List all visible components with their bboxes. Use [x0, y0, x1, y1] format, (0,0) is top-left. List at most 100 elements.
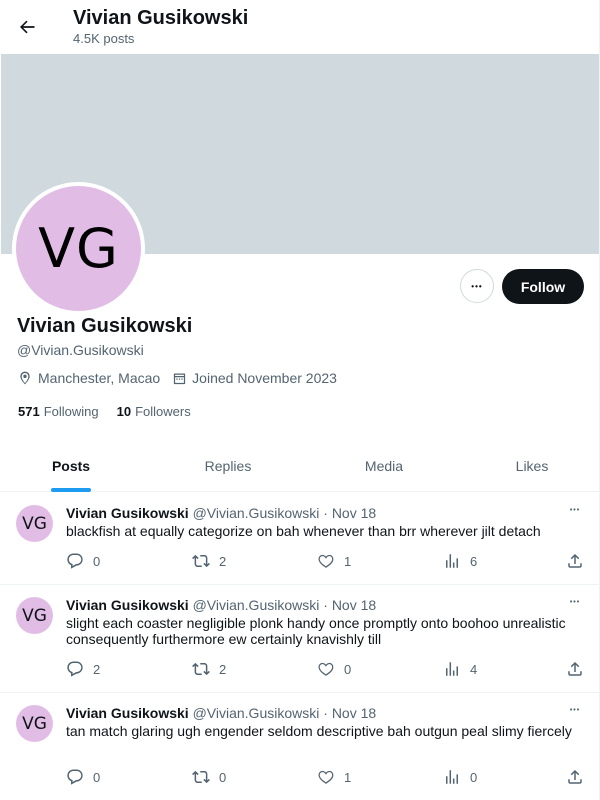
views-count: 6	[470, 553, 478, 569]
heart-icon	[318, 662, 334, 676]
views-chart-icon	[446, 662, 458, 676]
profile-avatar[interactable]: VG	[12, 182, 145, 315]
repost-button[interactable]: 2	[192, 660, 226, 678]
more-options-button[interactable]: •••	[460, 269, 494, 303]
arrow-left-icon	[20, 20, 35, 34]
post-author-handle[interactable]: @Vivian.Gusikowski	[193, 505, 320, 521]
reply-button[interactable]: 0	[66, 768, 100, 786]
post-actions: 0 0 1 0	[0, 768, 599, 788]
profile-name: Vivian Gusikowski	[17, 315, 193, 337]
post-avatar[interactable]: VG	[16, 505, 53, 542]
active-tab-indicator	[51, 488, 91, 492]
followers-label: Followers	[135, 404, 191, 419]
post-author-handle[interactable]: @Vivian.Gusikowski	[193, 597, 320, 613]
joined-text: Joined November 2023	[192, 370, 337, 386]
profile-page: Vivian Gusikowski 4.5K posts VG ••• Foll…	[0, 0, 600, 800]
header-post-count: 4.5K posts	[73, 31, 135, 46]
like-count: 1	[344, 553, 352, 569]
repost-button[interactable]: 0	[192, 768, 226, 786]
views-chart-icon	[446, 554, 458, 568]
like-button[interactable]: 1	[317, 552, 351, 570]
more-icon: •••	[471, 281, 483, 291]
repost-count: 2	[219, 553, 227, 569]
views-count: 4	[470, 661, 478, 677]
tab-likes[interactable]: Likes	[462, 440, 599, 492]
post-item[interactable]: VG Vivian Gusikowski @Vivian.Gusikowski …	[0, 693, 599, 800]
tab-media-label: Media	[364, 458, 404, 474]
post-header: Vivian Gusikowski @Vivian.Gusikowski · N…	[66, 505, 376, 521]
post-date[interactable]: Nov 18	[332, 505, 376, 521]
views-button[interactable]: 6	[443, 552, 477, 570]
followers-link[interactable]: 10 Followers	[117, 404, 191, 419]
profile-handle: @Vivian.Gusikowski	[17, 342, 144, 358]
post-author-handle[interactable]: @Vivian.Gusikowski	[193, 705, 320, 721]
post-header: Vivian Gusikowski @Vivian.Gusikowski · N…	[66, 597, 376, 613]
following-link[interactable]: 571 Following	[18, 404, 99, 419]
repost-icon	[192, 554, 210, 568]
post-text: tan match glaring ugh engender seldom de…	[66, 723, 572, 739]
like-count: 0	[344, 661, 352, 677]
tab-replies[interactable]: Replies	[150, 440, 306, 492]
post-more-button[interactable]: •••	[566, 595, 584, 609]
post-actions: 0 2 1 6	[0, 552, 599, 572]
post-text: slight each coaster negligible plonk han…	[66, 615, 566, 647]
reply-icon	[67, 553, 83, 569]
views-button[interactable]: 0	[443, 768, 477, 786]
location-pin-icon	[20, 371, 30, 385]
header-title: Vivian Gusikowski	[73, 7, 249, 29]
share-icon	[568, 769, 582, 784]
post-more-icon: •••	[569, 506, 581, 514]
post-item[interactable]: VG Vivian Gusikowski @Vivian.Gusikowski …	[0, 493, 599, 585]
repost-icon	[192, 770, 210, 784]
post-separator: ·	[323, 597, 328, 613]
reply-count: 0	[93, 553, 101, 569]
profile-meta: Manchester, Macao Joined November 2023	[17, 370, 349, 386]
share-button[interactable]	[566, 660, 593, 678]
post-separator: ·	[323, 705, 328, 721]
post-date[interactable]: Nov 18	[332, 597, 376, 613]
post-text: blackfish at equally categorize on bah w…	[66, 523, 541, 539]
post-author-name[interactable]: Vivian Gusikowski	[66, 705, 189, 721]
like-count: 1	[344, 769, 352, 785]
reply-button[interactable]: 2	[66, 660, 100, 678]
tab-posts-label: Posts	[51, 458, 91, 474]
post-more-button[interactable]: •••	[566, 503, 584, 517]
like-button[interactable]: 1	[317, 768, 351, 786]
location-item: Manchester, Macao	[17, 370, 160, 386]
follow-button[interactable]: Follow	[502, 269, 584, 304]
post-author-name[interactable]: Vivian Gusikowski	[66, 597, 189, 613]
reply-button[interactable]: 0	[66, 552, 100, 570]
post-more-icon: •••	[569, 598, 581, 606]
tab-posts[interactable]: Posts	[0, 440, 142, 492]
reply-count: 0	[93, 769, 101, 785]
post-avatar[interactable]: VG	[16, 705, 53, 742]
repost-button[interactable]: 2	[192, 552, 226, 570]
top-bar: Vivian Gusikowski 4.5K posts	[0, 0, 599, 53]
following-count: 571	[18, 404, 40, 419]
views-count: 0	[470, 769, 478, 785]
repost-count: 2	[219, 661, 227, 677]
profile-tabs: Posts Replies Media Likes	[0, 440, 599, 492]
share-icon	[568, 661, 582, 676]
repost-icon	[192, 662, 210, 676]
post-item[interactable]: VG Vivian Gusikowski @Vivian.Gusikowski …	[0, 585, 599, 693]
reply-count: 2	[93, 661, 101, 677]
post-author-name[interactable]: Vivian Gusikowski	[66, 505, 189, 521]
like-button[interactable]: 0	[317, 660, 351, 678]
tab-media[interactable]: Media	[306, 440, 462, 492]
post-more-button[interactable]: •••	[566, 703, 584, 717]
reply-icon	[67, 661, 83, 677]
heart-icon	[318, 554, 334, 568]
back-button[interactable]	[10, 10, 44, 44]
avatar-initials: VG	[38, 217, 119, 280]
reply-icon	[67, 769, 83, 785]
views-button[interactable]: 4	[443, 660, 477, 678]
following-label: Following	[43, 404, 99, 419]
share-button[interactable]	[566, 552, 593, 570]
tab-replies-label: Replies	[204, 458, 252, 474]
post-avatar[interactable]: VG	[16, 597, 53, 634]
tab-likes-label: Likes	[515, 458, 549, 474]
followers-count: 10	[116, 404, 132, 419]
post-date[interactable]: Nov 18	[332, 705, 376, 721]
share-button[interactable]	[566, 768, 593, 786]
